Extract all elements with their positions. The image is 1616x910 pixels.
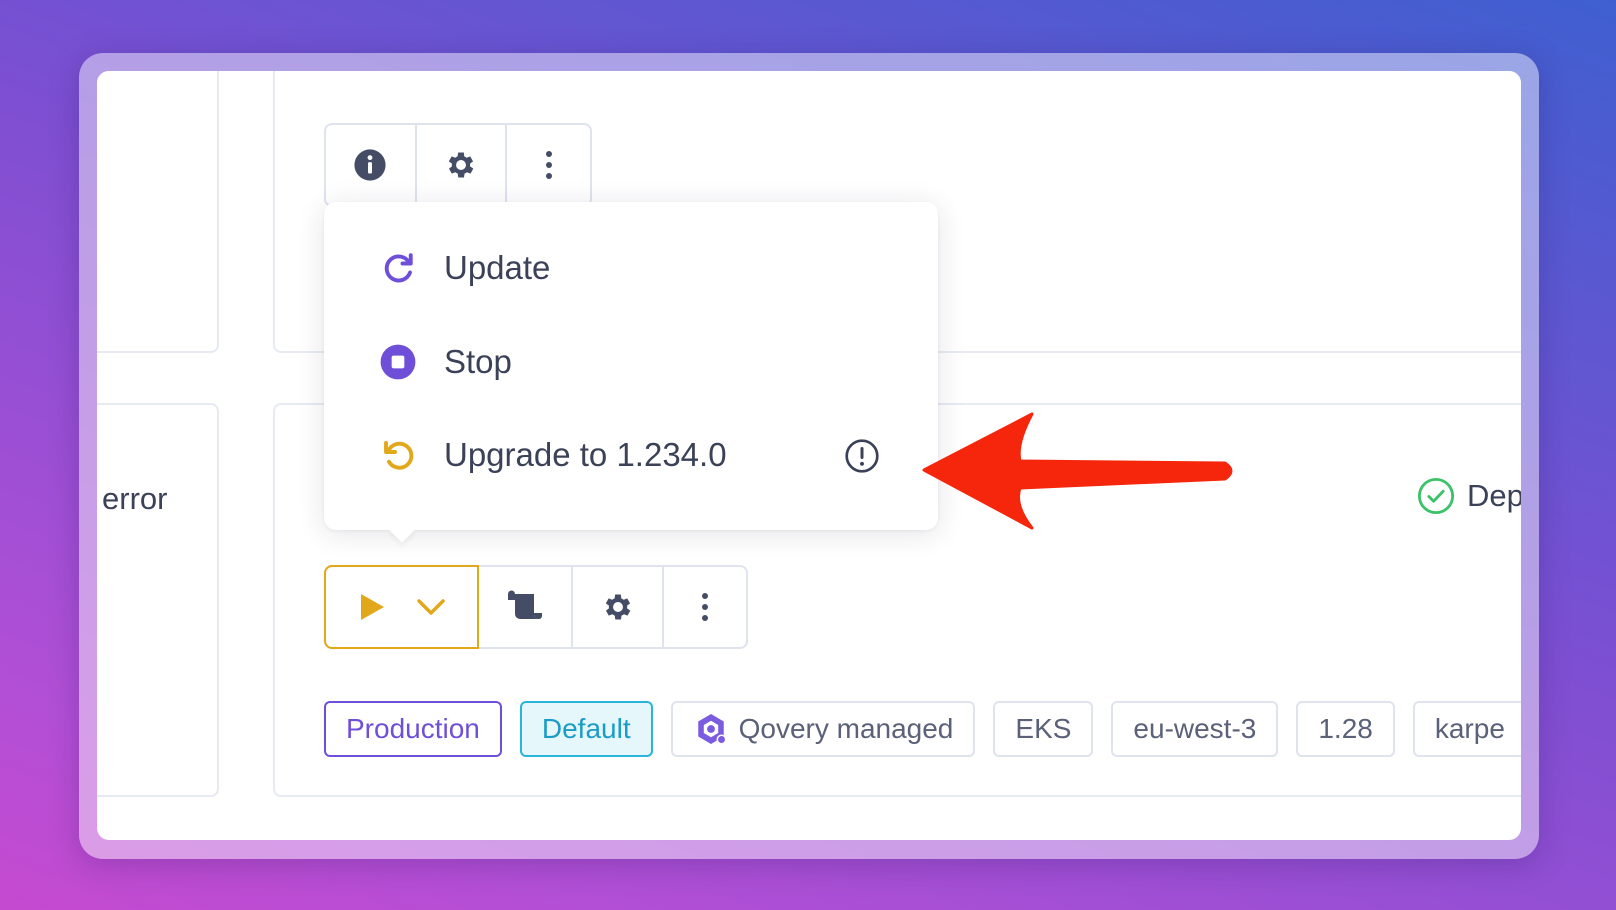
annotation-arrow [922, 412, 1233, 530]
